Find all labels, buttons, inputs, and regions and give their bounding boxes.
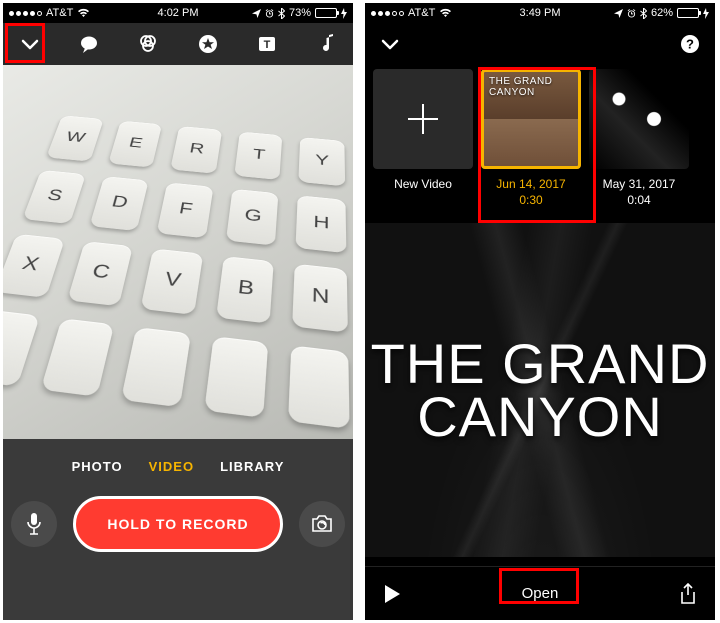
new-video-button[interactable]: New Video [373, 69, 473, 191]
play-button[interactable] [383, 584, 401, 604]
record-button[interactable]: HOLD TO RECORD [73, 496, 283, 552]
battery-pct: 62% [651, 7, 673, 19]
charging-icon [703, 8, 709, 19]
camera-toolbar: T [3, 23, 353, 65]
location-icon [614, 9, 623, 18]
wifi-icon [439, 8, 452, 18]
svg-text:T: T [263, 39, 270, 51]
wifi-icon [77, 8, 90, 18]
project-duration-label: 0:30 [519, 193, 542, 207]
new-video-label: New Video [394, 177, 452, 191]
camera-reverse-icon [310, 514, 334, 534]
camera-viewfinder: WERTY SDFGH XCVBN [3, 65, 353, 439]
share-icon [679, 583, 697, 605]
play-icon [383, 584, 401, 604]
keyboard-preview: WERTY SDFGH XCVBN [3, 95, 353, 439]
project-preview[interactable]: THE GRAND CANYON [365, 223, 715, 557]
left-phone-screen: AT&T 4:02 PM 73% [3, 3, 353, 620]
project-strip[interactable]: New Video THE GRAND CANYON Jun 14, 2017 … [365, 65, 715, 207]
battery-pct: 73% [289, 7, 311, 19]
status-bar: AT&T 4:02 PM 73% [3, 3, 353, 23]
project-duration-label: 0:04 [627, 193, 650, 207]
text-box-icon[interactable]: T [254, 31, 280, 57]
mode-photo[interactable]: PHOTO [72, 459, 123, 474]
mode-library[interactable]: LIBRARY [220, 459, 284, 474]
help-icon[interactable]: ? [679, 33, 701, 55]
location-icon [252, 9, 261, 18]
signal-dots [9, 11, 42, 16]
battery-icon [315, 8, 337, 18]
bottom-bar: Open [365, 566, 715, 620]
microphone-icon [25, 512, 43, 536]
speech-bubble-icon[interactable] [76, 31, 102, 57]
filters-icon[interactable] [135, 31, 161, 57]
mute-button[interactable] [11, 501, 57, 547]
preview-title: THE GRAND CANYON [365, 223, 715, 557]
open-button[interactable]: Open [401, 585, 679, 602]
music-note-icon[interactable] [313, 31, 339, 57]
chevron-down-icon[interactable] [17, 31, 43, 57]
battery-icon [677, 8, 699, 18]
chevron-down-icon[interactable] [379, 33, 401, 55]
status-bar: AT&T 3:49 PM 62% [365, 3, 715, 23]
project-date-label: May 31, 2017 [603, 177, 676, 191]
switch-camera-button[interactable] [299, 501, 345, 547]
mode-tabs: PHOTO VIDEO LIBRARY [72, 459, 285, 474]
share-button[interactable] [679, 583, 697, 605]
bluetooth-icon [640, 8, 647, 19]
project-date-label: Jun 14, 2017 [496, 177, 565, 191]
project-thumbnail-title: THE GRAND CANYON [489, 77, 552, 98]
signal-dots [371, 11, 404, 16]
project-item-bw[interactable]: May 31, 2017 0:04 [589, 69, 689, 207]
carrier-label: AT&T [46, 7, 73, 19]
alarm-icon [627, 9, 636, 18]
open-label: Open [522, 585, 559, 602]
alarm-icon [265, 9, 274, 18]
library-toolbar: ? [365, 23, 715, 65]
charging-icon [341, 8, 347, 19]
svg-text:?: ? [686, 37, 694, 52]
project-item-canyon[interactable]: THE GRAND CANYON Jun 14, 2017 0:30 [481, 69, 581, 207]
mode-video[interactable]: VIDEO [149, 459, 194, 474]
capture-controls: PHOTO VIDEO LIBRARY HOLD TO RECORD [3, 439, 353, 620]
right-phone-screen: AT&T 3:49 PM 62% [365, 3, 715, 620]
record-button-label: HOLD TO RECORD [107, 516, 248, 532]
carrier-label: AT&T [408, 7, 435, 19]
star-badge-icon[interactable] [195, 31, 221, 57]
bluetooth-icon [278, 8, 285, 19]
plus-icon [402, 98, 444, 140]
